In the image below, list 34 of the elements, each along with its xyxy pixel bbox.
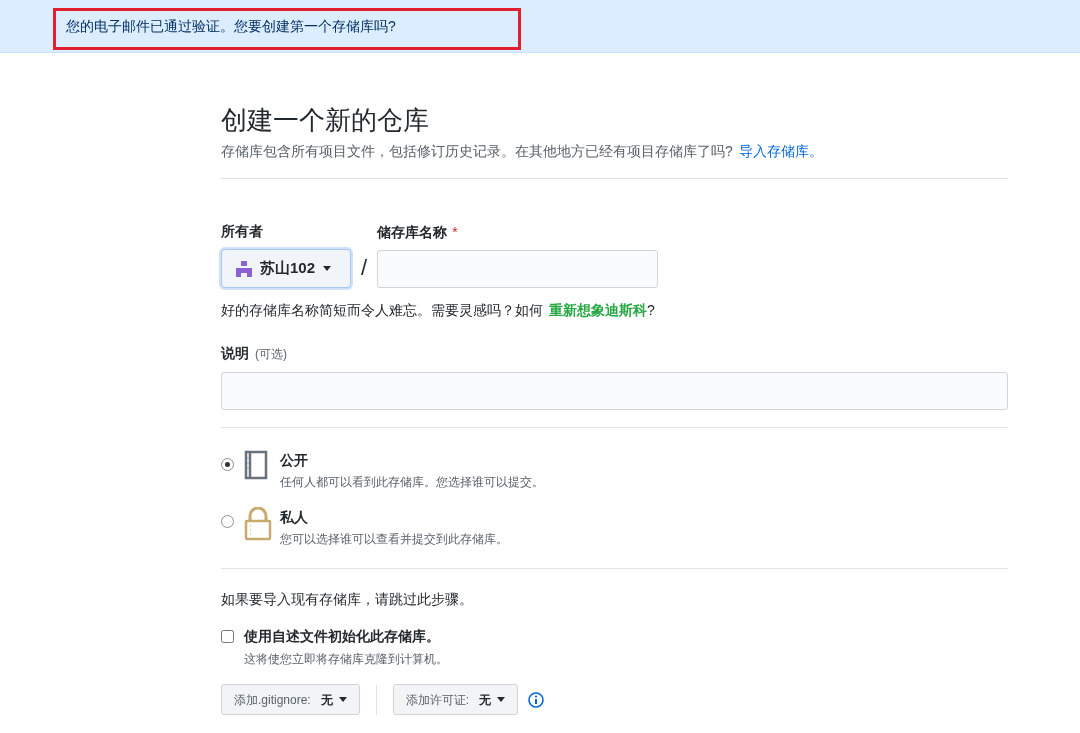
import-link[interactable]: 导入存储库。 (738, 141, 823, 162)
info-icon[interactable] (528, 691, 545, 708)
visibility-description: 您可以选择谁可以查看并提交到此存储库。 (280, 531, 508, 548)
visibility-title: 私人 (280, 508, 309, 527)
flash-message: 您的电子邮件已通过验证。您要创建第一个存储库吗? (53, 8, 521, 50)
question-mark: ? (647, 301, 655, 320)
readme-label: 使用自述文件初始化此存储库。 (244, 627, 440, 646)
optional-note: (可选) (255, 346, 287, 363)
caret-icon (323, 266, 332, 271)
description-label: 说明 (221, 344, 249, 363)
book-icon (244, 450, 268, 480)
visibility-description: 任何人都可以看到此存储库。您选择谁可以提交。 (280, 474, 544, 491)
owner-label: 所有者 (221, 222, 264, 241)
visibility-radio[interactable] (221, 515, 234, 528)
required-mark: * (452, 223, 458, 242)
repository-name-field[interactable] (377, 250, 659, 288)
lock-icon (244, 507, 272, 541)
avatar-icon (236, 260, 252, 277)
name-hint: 好的存储库名称简短而令人难忘。需要灵感吗？如何 (221, 301, 543, 320)
readme-checkbox[interactable] (221, 630, 234, 643)
template-dropdown[interactable]: 添加许可证: 无 (392, 684, 519, 715)
visibility-title: 公开 (280, 451, 309, 470)
repository-name-label: 储存库名称 (377, 223, 448, 242)
description-field[interactable] (221, 372, 1008, 410)
page-title: 创建一个新的仓库 (221, 104, 430, 137)
caret-icon (497, 697, 506, 702)
import-note: 如果要导入现有存储库，请跳过此步骤。 (221, 590, 474, 609)
template-dropdown[interactable]: 添加.gitignore: 无 (221, 684, 360, 715)
path-separator: / (361, 254, 368, 282)
caret-icon (338, 697, 347, 702)
page-subtitle: 存储库包含所有项目文件，包括修订历史记录。在其他地方已经有项目存储库了吗? (221, 142, 733, 161)
visibility-radio[interactable] (221, 458, 234, 471)
owner-dropdown[interactable]: 苏山102 (221, 249, 351, 288)
readme-description: 这将使您立即将存储库克隆到计算机。 (244, 651, 449, 668)
